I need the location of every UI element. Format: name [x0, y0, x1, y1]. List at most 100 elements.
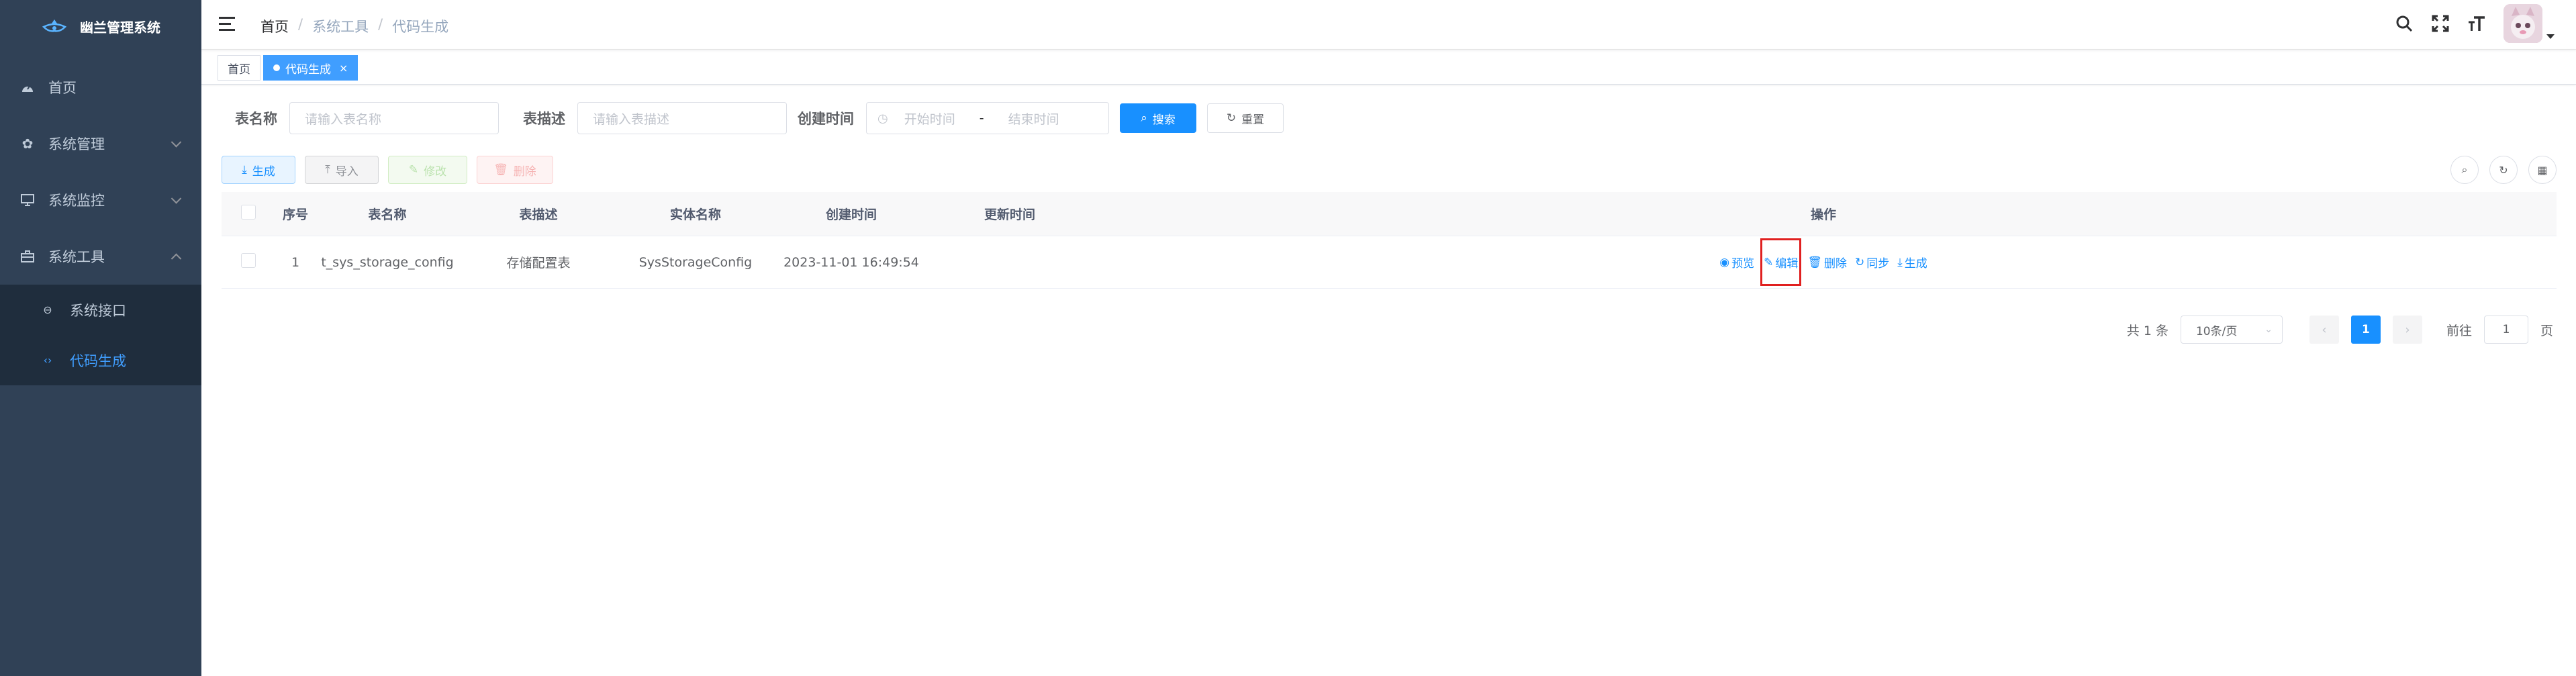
hamburger-icon[interactable]	[219, 17, 235, 32]
gear-icon: ✿	[21, 136, 34, 152]
sync-label: 同步	[1866, 257, 1890, 271]
delete-button[interactable]: 🗑︎ 删除	[477, 156, 553, 184]
chevron-down-icon	[171, 137, 182, 148]
cell-entity: SysStorageConfig	[638, 254, 753, 270]
logo-bar[interactable]: 幽兰管理系统	[0, 0, 201, 52]
submenu-system-tools: ⊖ 系统接口 ‹› 代码生成	[0, 285, 201, 385]
sidebar-item-home[interactable]: 首页	[0, 59, 201, 115]
edit-link[interactable]: ✎ 编辑	[1760, 238, 1802, 286]
delete-link[interactable]: 🗑︎ 删除	[1807, 254, 1847, 271]
tag-home[interactable]: 首页	[218, 55, 260, 81]
breadcrumb-separator: /	[298, 16, 303, 32]
sidebar: 幽兰管理系统 首页 ✿ 系统管理 系统监控 系统工具 ⊖ 系统接口 ‹› 代码生…	[0, 0, 201, 676]
search-form: 表名称 请输入表名称 表描述 请输入表描述 创建时间 ◷ 开始时间 - 结束时间…	[222, 102, 1284, 134]
toolbar: ⤓ 生成 ⤒ 导入 ✎ 修改 🗑︎ 删除	[222, 156, 553, 184]
sidebar-item-code-gen[interactable]: ‹› 代码生成	[0, 335, 201, 385]
table-row: 1 t_sys_storage_config 存储配置表 SysStorageC…	[222, 236, 2557, 289]
navbar: 首页 / 系统工具 / 代码生成	[201, 0, 2576, 50]
select-all-checkbox[interactable]	[241, 205, 256, 220]
preview-label: 预览	[1731, 257, 1755, 271]
cell-table-desc: 存储配置表	[506, 256, 571, 271]
cell-ops: ◉ 预览 ✎ 编辑 🗑︎ 删除 ↻ 同步 ⤓ 生成	[1090, 238, 2557, 286]
date-range-picker[interactable]: ◷ 开始时间 - 结束时间	[866, 102, 1109, 134]
breadcrumb-code-gen: 代码生成	[392, 19, 449, 35]
col-header-ops: 操作	[1810, 207, 1836, 222]
table-desc-label: 表描述	[523, 111, 565, 127]
goto-page-input[interactable]: 1	[2483, 316, 2528, 344]
chevron-down-icon: ⌄	[2264, 324, 2273, 335]
col-header-created: 创建时间	[825, 207, 877, 222]
table-name-placeholder: 请输入表名称	[305, 111, 382, 127]
cell-created: 2023-11-01 16:49:54	[783, 254, 919, 270]
table-desc-placeholder: 请输入表描述	[593, 111, 670, 127]
columns-icon[interactable]: ▦	[2528, 156, 2557, 184]
breadcrumb-home[interactable]: 首页	[260, 16, 289, 36]
start-date-placeholder[interactable]: 开始时间	[904, 109, 955, 128]
import-button[interactable]: ⤒ 导入	[305, 156, 379, 184]
page-size-select[interactable]: 10条/页 ⌄	[2180, 316, 2283, 344]
toggle-search-icon[interactable]: ⌕	[2450, 156, 2479, 184]
select-all-checkbox-cell	[222, 205, 275, 223]
sidebar-item-label: 系统监控	[48, 193, 105, 209]
edit-button[interactable]: ✎ 修改	[388, 156, 467, 184]
tag-label: 代码生成	[285, 62, 331, 77]
col-header-index: 序号	[282, 207, 308, 222]
reset-button[interactable]: ↻ 重置	[1207, 103, 1284, 133]
sidebar-item-system-tools[interactable]: 系统工具	[0, 228, 201, 285]
dashboard-icon	[20, 80, 35, 95]
fullscreen-icon[interactable]	[2431, 14, 2450, 33]
col-header-updated: 更新时间	[984, 207, 1035, 222]
breadcrumb-system-tools: 系统工具	[312, 19, 369, 35]
tag-code-gen[interactable]: 代码生成 ×	[263, 55, 359, 81]
edit-label: 修改	[424, 164, 447, 179]
create-time-label: 创建时间	[798, 111, 854, 127]
search-icon[interactable]	[2395, 14, 2414, 33]
col-header-entity: 实体名称	[669, 207, 721, 222]
table-desc-input[interactable]: 请输入表描述	[577, 102, 787, 134]
cell-table-name: t_sys_storage_config	[321, 254, 454, 270]
goto-page-value: 1	[2502, 323, 2510, 336]
row-checkbox[interactable]	[241, 253, 256, 268]
navbar-right	[2395, 4, 2555, 43]
app-title: 幽兰管理系统	[80, 19, 160, 36]
pagination: 共 1 条 10条/页 ⌄ ‹ 1 › 前往 1 页	[2127, 316, 2553, 344]
edit-label: 编辑	[1775, 257, 1799, 271]
page-number-current[interactable]: 1	[2350, 316, 2381, 344]
chevron-down-icon	[171, 193, 182, 204]
monitor-icon	[20, 193, 35, 207]
goto-label: 前往	[2446, 323, 2472, 338]
table-name-input[interactable]: 请输入表名称	[289, 102, 499, 134]
chevron-up-icon	[171, 253, 182, 264]
tag-label: 首页	[228, 62, 250, 77]
breadcrumb-separator: /	[378, 16, 383, 32]
sidebar-item-label: 系统工具	[48, 249, 105, 265]
refresh-icon[interactable]: ↻	[2489, 156, 2518, 184]
active-dot-icon	[273, 64, 280, 71]
generate-link[interactable]: ⤓ 生成	[1897, 254, 1927, 271]
prev-page-button[interactable]: ‹	[2309, 316, 2339, 344]
font-size-icon[interactable]	[2467, 14, 2486, 33]
preview-link[interactable]: ◉ 预览	[1719, 254, 1754, 271]
trash-icon: 🗑︎	[1807, 255, 1822, 269]
caret-down-icon[interactable]	[2546, 34, 2555, 39]
sidebar-item-label: 系统管理	[48, 136, 105, 152]
sync-link[interactable]: ↻ 同步	[1855, 254, 1889, 271]
close-icon[interactable]: ×	[339, 62, 348, 75]
refresh-icon: ↻	[1226, 111, 1237, 125]
sidebar-item-system-monitor[interactable]: 系统监控	[0, 172, 201, 228]
search-button-label: 搜索	[1152, 113, 1176, 127]
end-date-placeholder[interactable]: 结束时间	[1008, 109, 1059, 128]
avatar[interactable]	[2503, 4, 2555, 43]
sidebar-item-system-api[interactable]: ⊖ 系统接口	[0, 285, 201, 335]
cell-index: 1	[291, 254, 300, 270]
avatar-image	[2503, 4, 2542, 43]
pagination-total: 共 1 条	[2126, 323, 2168, 338]
range-separator: -	[979, 111, 984, 126]
sidebar-item-system-management[interactable]: ✿ 系统管理	[0, 115, 201, 172]
generate-button[interactable]: ⤓ 生成	[222, 156, 295, 184]
generate-label: 生成	[1904, 257, 1927, 271]
import-label: 导入	[335, 164, 359, 179]
search-button[interactable]: ⌕ 搜索	[1120, 103, 1196, 133]
next-page-button[interactable]: ›	[2392, 316, 2422, 344]
clock-icon: ◷	[877, 111, 888, 126]
